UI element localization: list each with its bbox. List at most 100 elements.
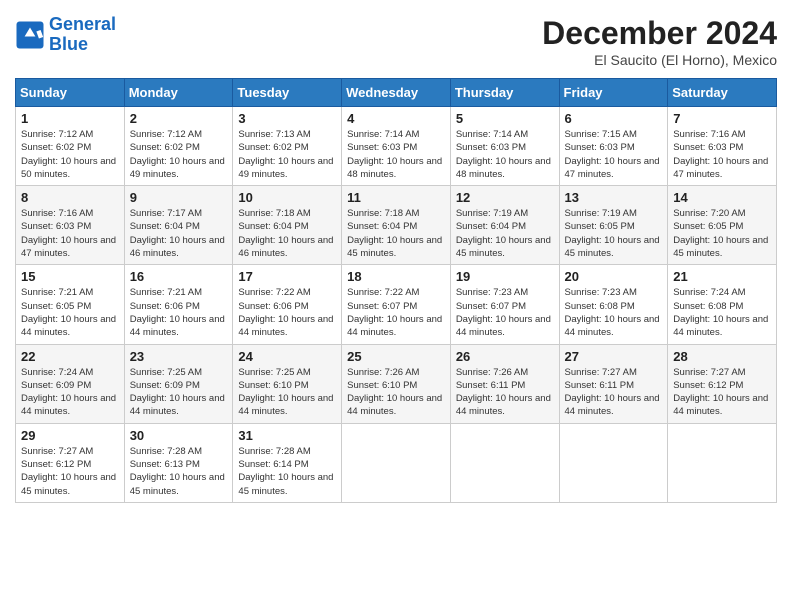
- calendar-cell: 13 Sunrise: 7:19 AM Sunset: 6:05 PM Dayli…: [559, 186, 668, 265]
- calendar-cell: 21 Sunrise: 7:24 AM Sunset: 6:08 PM Dayli…: [668, 265, 777, 344]
- calendar-cell: 11 Sunrise: 7:18 AM Sunset: 6:04 PM Dayli…: [342, 186, 451, 265]
- day-info: Sunrise: 7:18 AM Sunset: 6:04 PM Dayligh…: [347, 207, 445, 260]
- calendar-cell: 16 Sunrise: 7:21 AM Sunset: 6:06 PM Dayli…: [124, 265, 233, 344]
- calendar-week-row: 22 Sunrise: 7:24 AM Sunset: 6:09 PM Dayli…: [16, 344, 777, 423]
- calendar: SundayMondayTuesdayWednesdayThursdayFrid…: [15, 78, 777, 503]
- day-number: 19: [456, 269, 554, 284]
- day-info: Sunrise: 7:22 AM Sunset: 6:07 PM Dayligh…: [347, 286, 445, 339]
- header-saturday: Saturday: [668, 79, 777, 107]
- calendar-cell: 10 Sunrise: 7:18 AM Sunset: 6:04 PM Dayli…: [233, 186, 342, 265]
- day-number: 12: [456, 190, 554, 205]
- header: General Blue December 2024 El Saucito (E…: [15, 15, 777, 68]
- calendar-cell: 4 Sunrise: 7:14 AM Sunset: 6:03 PM Daylig…: [342, 107, 451, 186]
- calendar-week-row: 8 Sunrise: 7:16 AM Sunset: 6:03 PM Daylig…: [16, 186, 777, 265]
- day-info: Sunrise: 7:28 AM Sunset: 6:13 PM Dayligh…: [130, 445, 228, 498]
- title-section: December 2024 El Saucito (El Horno), Mex…: [542, 15, 777, 68]
- day-number: 18: [347, 269, 445, 284]
- header-thursday: Thursday: [450, 79, 559, 107]
- calendar-cell: 2Sunrise: 7:12 AM Sunset: 6:02 PM Daylig…: [124, 107, 233, 186]
- day-info: Sunrise: 7:13 AM Sunset: 6:02 PM Dayligh…: [238, 128, 336, 181]
- day-number: 13: [565, 190, 663, 205]
- day-info: Sunrise: 7:25 AM Sunset: 6:09 PM Dayligh…: [130, 366, 228, 419]
- calendar-cell: 25Sunrise: 7:26 AM Sunset: 6:10 PM Dayli…: [342, 344, 451, 423]
- day-info: Sunrise: 7:18 AM Sunset: 6:04 PM Dayligh…: [238, 207, 336, 260]
- calendar-cell: 26Sunrise: 7:26 AM Sunset: 6:11 PM Dayli…: [450, 344, 559, 423]
- day-number: 1: [21, 111, 119, 126]
- day-number: 25: [347, 349, 445, 364]
- calendar-cell: 27 Sunrise: 7:27 AM Sunset: 6:11 PM Dayli…: [559, 344, 668, 423]
- day-info: Sunrise: 7:16 AM Sunset: 6:03 PM Dayligh…: [21, 207, 119, 260]
- day-info: Sunrise: 7:12 AM Sunset: 6:02 PM Dayligh…: [21, 128, 119, 181]
- day-number: 29: [21, 428, 119, 443]
- day-number: 8: [21, 190, 119, 205]
- day-info: Sunrise: 7:27 AM Sunset: 6:12 PM Dayligh…: [21, 445, 119, 498]
- day-info: Sunrise: 7:24 AM Sunset: 6:08 PM Dayligh…: [673, 286, 771, 339]
- day-number: 17: [238, 269, 336, 284]
- day-number: 14: [673, 190, 771, 205]
- day-info: Sunrise: 7:16 AM Sunset: 6:03 PM Dayligh…: [673, 128, 771, 181]
- calendar-week-row: 1 Sunrise: 7:12 AM Sunset: 6:02 PM Daylig…: [16, 107, 777, 186]
- calendar-cell: 17 Sunrise: 7:22 AM Sunset: 6:06 PM Dayli…: [233, 265, 342, 344]
- day-info: Sunrise: 7:26 AM Sunset: 6:11 PM Dayligh…: [456, 366, 554, 419]
- calendar-cell: 14 Sunrise: 7:20 AM Sunset: 6:05 PM Dayli…: [668, 186, 777, 265]
- day-number: 21: [673, 269, 771, 284]
- day-number: 23: [130, 349, 228, 364]
- day-info: Sunrise: 7:14 AM Sunset: 6:03 PM Dayligh…: [347, 128, 445, 181]
- day-number: 5: [456, 111, 554, 126]
- header-tuesday: Tuesday: [233, 79, 342, 107]
- day-number: 27: [565, 349, 663, 364]
- day-info: Sunrise: 7:23 AM Sunset: 6:08 PM Dayligh…: [565, 286, 663, 339]
- header-monday: Monday: [124, 79, 233, 107]
- day-number: 6: [565, 111, 663, 126]
- calendar-cell: 24 Sunrise: 7:25 AM Sunset: 6:10 PM Dayli…: [233, 344, 342, 423]
- day-info: Sunrise: 7:27 AM Sunset: 6:11 PM Dayligh…: [565, 366, 663, 419]
- calendar-cell: 29 Sunrise: 7:27 AM Sunset: 6:12 PM Dayli…: [16, 423, 125, 502]
- day-number: 24: [238, 349, 336, 364]
- day-info: Sunrise: 7:20 AM Sunset: 6:05 PM Dayligh…: [673, 207, 771, 260]
- calendar-cell: 28Sunrise: 7:27 AM Sunset: 6:12 PM Dayli…: [668, 344, 777, 423]
- day-number: 4: [347, 111, 445, 126]
- day-info: Sunrise: 7:21 AM Sunset: 6:06 PM Dayligh…: [130, 286, 228, 339]
- calendar-cell: 20 Sunrise: 7:23 AM Sunset: 6:08 PM Dayli…: [559, 265, 668, 344]
- logo-text: General Blue: [49, 15, 116, 55]
- day-number: 31: [238, 428, 336, 443]
- logo-blue: Blue: [49, 34, 88, 54]
- day-number: 28: [673, 349, 771, 364]
- logo-general: General: [49, 14, 116, 34]
- day-info: Sunrise: 7:24 AM Sunset: 6:09 PM Dayligh…: [21, 366, 119, 419]
- calendar-cell: 7 Sunrise: 7:16 AM Sunset: 6:03 PM Daylig…: [668, 107, 777, 186]
- day-number: 3: [238, 111, 336, 126]
- calendar-cell: [450, 423, 559, 502]
- day-info: Sunrise: 7:25 AM Sunset: 6:10 PM Dayligh…: [238, 366, 336, 419]
- day-number: 9: [130, 190, 228, 205]
- day-number: 11: [347, 190, 445, 205]
- day-number: 7: [673, 111, 771, 126]
- calendar-cell: 19Sunrise: 7:23 AM Sunset: 6:07 PM Dayli…: [450, 265, 559, 344]
- calendar-cell: [559, 423, 668, 502]
- day-info: Sunrise: 7:28 AM Sunset: 6:14 PM Dayligh…: [238, 445, 336, 498]
- calendar-cell: 12 Sunrise: 7:19 AM Sunset: 6:04 PM Dayli…: [450, 186, 559, 265]
- main-title: December 2024: [542, 15, 777, 52]
- calendar-cell: 30Sunrise: 7:28 AM Sunset: 6:13 PM Dayli…: [124, 423, 233, 502]
- day-info: Sunrise: 7:19 AM Sunset: 6:05 PM Dayligh…: [565, 207, 663, 260]
- day-number: 22: [21, 349, 119, 364]
- calendar-cell: [668, 423, 777, 502]
- calendar-week-row: 15Sunrise: 7:21 AM Sunset: 6:05 PM Dayli…: [16, 265, 777, 344]
- calendar-cell: 1 Sunrise: 7:12 AM Sunset: 6:02 PM Daylig…: [16, 107, 125, 186]
- logo: General Blue: [15, 15, 116, 55]
- calendar-cell: 22 Sunrise: 7:24 AM Sunset: 6:09 PM Dayli…: [16, 344, 125, 423]
- header-friday: Friday: [559, 79, 668, 107]
- day-number: 16: [130, 269, 228, 284]
- day-number: 20: [565, 269, 663, 284]
- day-info: Sunrise: 7:12 AM Sunset: 6:02 PM Dayligh…: [130, 128, 228, 181]
- header-wednesday: Wednesday: [342, 79, 451, 107]
- day-info: Sunrise: 7:22 AM Sunset: 6:06 PM Dayligh…: [238, 286, 336, 339]
- calendar-cell: 3 Sunrise: 7:13 AM Sunset: 6:02 PM Daylig…: [233, 107, 342, 186]
- day-info: Sunrise: 7:17 AM Sunset: 6:04 PM Dayligh…: [130, 207, 228, 260]
- subtitle: El Saucito (El Horno), Mexico: [542, 52, 777, 68]
- header-sunday: Sunday: [16, 79, 125, 107]
- day-info: Sunrise: 7:19 AM Sunset: 6:04 PM Dayligh…: [456, 207, 554, 260]
- day-info: Sunrise: 7:21 AM Sunset: 6:05 PM Dayligh…: [21, 286, 119, 339]
- day-number: 10: [238, 190, 336, 205]
- logo-icon: [15, 20, 45, 50]
